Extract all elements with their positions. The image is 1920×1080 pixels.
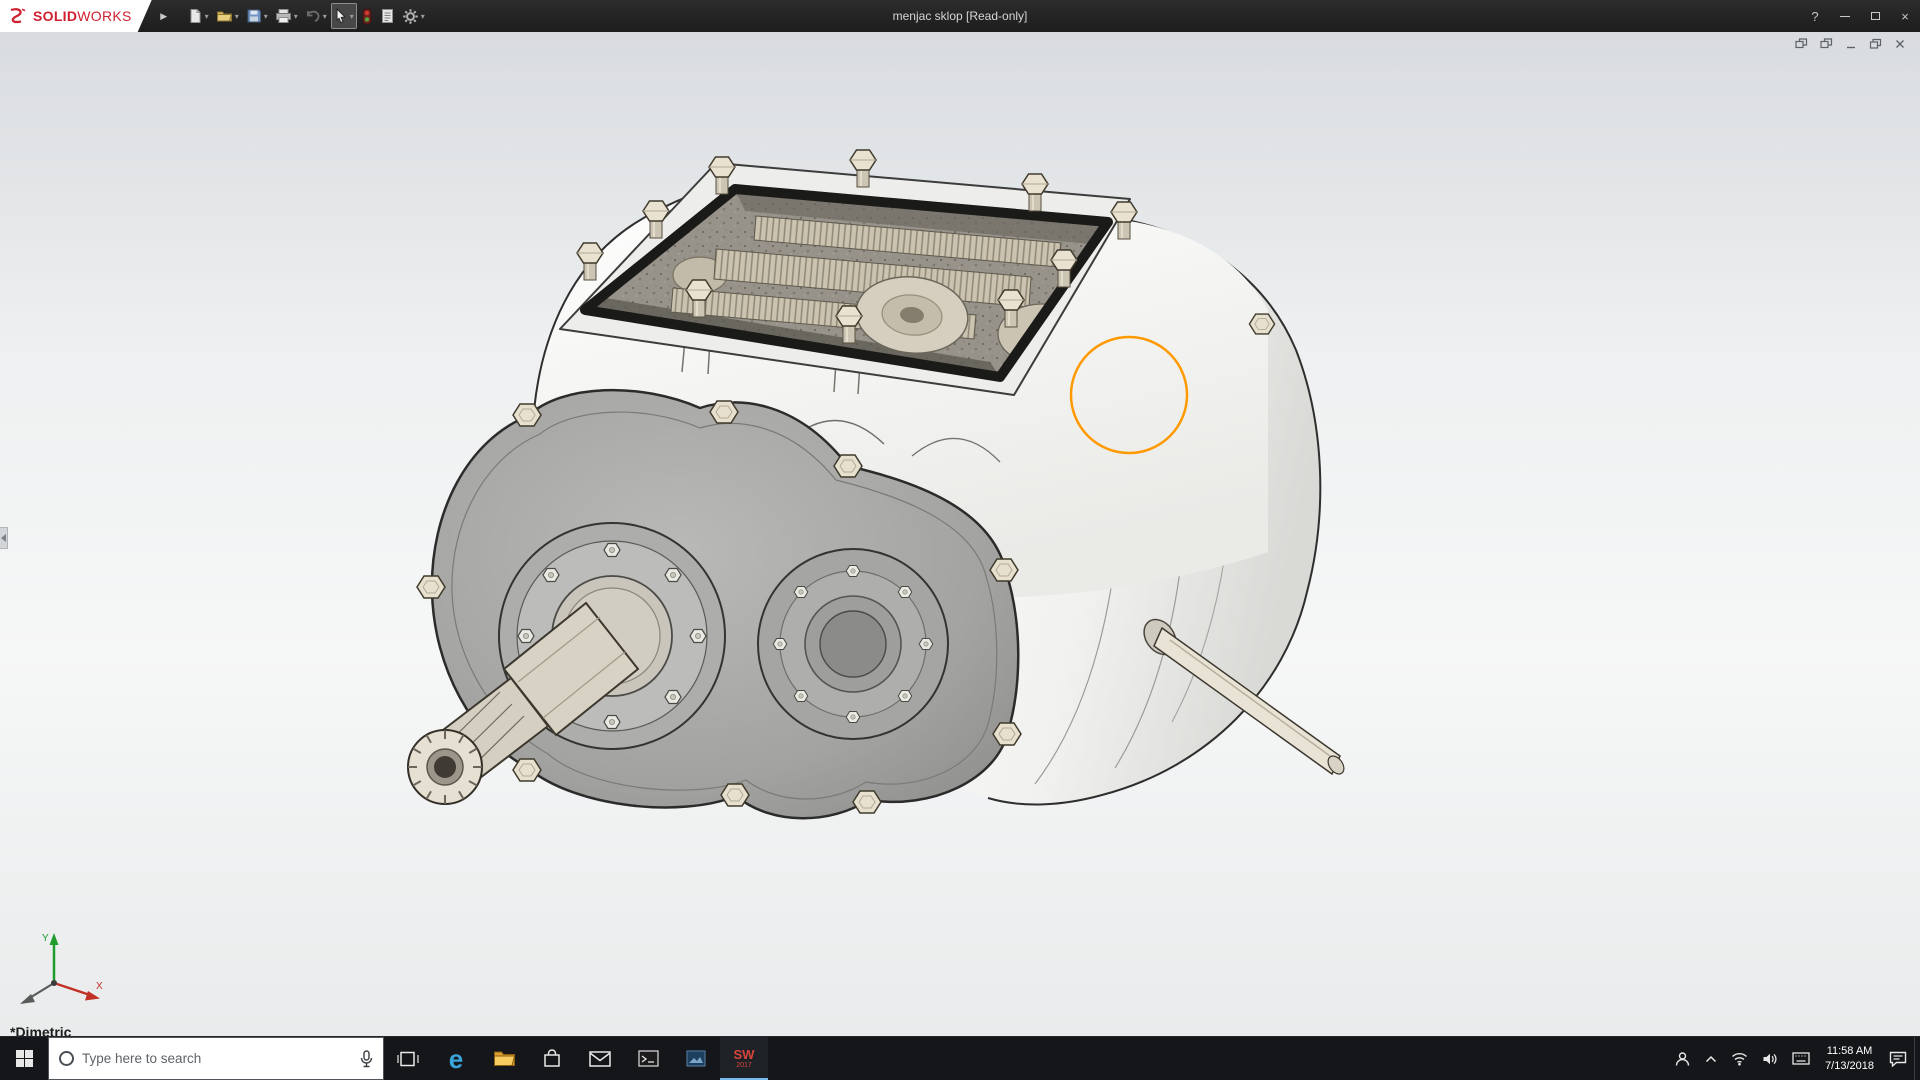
y-axis-arrow	[50, 933, 59, 945]
keyboard-icon	[1792, 1052, 1810, 1065]
start-button[interactable]	[0, 1037, 48, 1080]
dropdown-arrow-icon[interactable]: ▾	[421, 12, 425, 21]
action-center-icon	[1889, 1051, 1907, 1067]
print-icon	[275, 8, 292, 24]
cortana-icon	[59, 1051, 74, 1066]
document-window-controls	[1795, 38, 1906, 50]
dropdown-arrow-icon[interactable]: ▾	[235, 12, 239, 21]
clock-time: 11:58 AM	[1827, 1044, 1873, 1059]
wifi-icon	[1731, 1052, 1748, 1066]
new-document-button[interactable]: ▾	[184, 3, 212, 29]
doc-close-icon[interactable]	[1894, 38, 1906, 50]
taskbar-search[interactable]	[48, 1037, 384, 1080]
chevron-up-icon	[1705, 1055, 1717, 1063]
save-button[interactable]: ▾	[243, 3, 271, 29]
task-view-icon	[397, 1050, 419, 1068]
secondary-hub	[758, 549, 948, 739]
volume-button[interactable]	[1755, 1037, 1785, 1080]
menu-expand-button[interactable]: ▶	[152, 11, 176, 22]
system-tray: 11:58 AM 7/13/2018	[1667, 1037, 1920, 1080]
dropdown-arrow-icon[interactable]: ▾	[205, 12, 209, 21]
dropdown-arrow-icon[interactable]: ▾	[264, 12, 268, 21]
view-orientation-label: *Dimetric	[10, 1024, 71, 1036]
solidworks-window: SOLIDWORKS ▶ ▾ ▾ ▾	[0, 0, 1920, 1080]
photos-button[interactable]	[672, 1037, 720, 1080]
solidworks-app-icon: SW 2017	[734, 1048, 755, 1069]
photos-icon	[686, 1050, 706, 1067]
graphics-area[interactable]: Y X *Dimetric	[0, 32, 1920, 1036]
file-explorer-button[interactable]	[480, 1037, 528, 1080]
chevron-left-icon	[1, 534, 6, 542]
close-button[interactable]: ×	[1890, 0, 1920, 32]
people-button[interactable]	[1667, 1037, 1698, 1080]
x-axis-arrow	[85, 991, 100, 1001]
undo-icon	[305, 8, 321, 24]
undo-button[interactable]: ▾	[302, 3, 330, 29]
file-properties-button[interactable]	[377, 3, 398, 29]
network-button[interactable]	[1724, 1037, 1755, 1080]
mail-icon	[589, 1051, 611, 1067]
dropdown-arrow-icon[interactable]: ▾	[323, 12, 327, 21]
microphone-icon[interactable]	[360, 1050, 373, 1068]
open-folder-icon	[216, 8, 233, 24]
file-explorer-icon	[493, 1049, 516, 1068]
action-center-button[interactable]	[1882, 1037, 1914, 1080]
window-controls: ? ×	[1800, 0, 1920, 32]
rebuild-button[interactable]	[358, 3, 376, 29]
terminal-icon	[638, 1050, 659, 1067]
dropdown-arrow-icon[interactable]: ▾	[350, 12, 354, 21]
brand-text: SOLIDWORKS	[33, 8, 132, 24]
orientation-triad[interactable]: Y X	[12, 925, 107, 1010]
doc-minimize-icon[interactable]	[1845, 38, 1857, 50]
rebuild-stoplight-icon	[361, 8, 373, 25]
show-desktop-button[interactable]	[1914, 1037, 1920, 1080]
print-button[interactable]: ▾	[272, 3, 301, 29]
maximize-button[interactable]	[1860, 0, 1890, 32]
taskbar-clock[interactable]: 11:58 AM 7/13/2018	[1817, 1037, 1882, 1080]
cascade-windows-icon[interactable]	[1820, 38, 1833, 50]
doc-restore-icon[interactable]	[1869, 38, 1882, 50]
select-button[interactable]: ▾	[331, 3, 357, 29]
options-button[interactable]: ▾	[399, 3, 428, 29]
document-title: menjac sklop [Read-only]	[893, 0, 1028, 32]
mail-button[interactable]	[576, 1037, 624, 1080]
store-icon	[542, 1049, 562, 1069]
windows-logo-icon	[16, 1050, 33, 1067]
save-icon	[246, 8, 262, 24]
touch-keyboard-button[interactable]	[1785, 1037, 1817, 1080]
select-cursor-icon	[334, 8, 348, 24]
ds-logo-icon	[8, 6, 28, 26]
edge-icon: e	[449, 1046, 463, 1072]
clock-date: 7/13/2018	[1825, 1059, 1874, 1074]
solidworks-taskbar-button[interactable]: SW 2017	[720, 1037, 768, 1080]
x-axis-label: X	[96, 981, 103, 992]
dropdown-arrow-icon[interactable]: ▾	[294, 12, 298, 21]
file-properties-icon	[380, 8, 395, 24]
task-view-button[interactable]	[384, 1037, 432, 1080]
windows-taskbar: e	[0, 1036, 1920, 1080]
tray-overflow-button[interactable]	[1698, 1037, 1724, 1080]
y-axis-label: Y	[42, 933, 49, 944]
app-titlebar: SOLIDWORKS ▶ ▾ ▾ ▾	[0, 0, 1920, 32]
new-window-icon[interactable]	[1795, 38, 1808, 50]
terminal-button[interactable]	[624, 1037, 672, 1080]
new-document-icon	[187, 8, 203, 24]
search-input[interactable]	[82, 1051, 352, 1066]
speaker-icon	[1762, 1052, 1778, 1066]
standard-toolbar: ▾ ▾ ▾ ▾	[184, 3, 428, 29]
open-button[interactable]: ▾	[213, 3, 242, 29]
store-button[interactable]	[528, 1037, 576, 1080]
panel-collapse-tab[interactable]	[0, 527, 8, 549]
minimize-button[interactable]	[1830, 0, 1860, 32]
help-button[interactable]: ?	[1800, 0, 1830, 32]
options-gear-icon	[402, 8, 419, 25]
solidworks-logo: SOLIDWORKS	[0, 0, 152, 32]
edge-button[interactable]: e	[432, 1037, 480, 1080]
gearbox-model	[0, 32, 1920, 1036]
people-icon	[1674, 1051, 1691, 1067]
gearbox-assembly[interactable]	[408, 150, 1347, 818]
